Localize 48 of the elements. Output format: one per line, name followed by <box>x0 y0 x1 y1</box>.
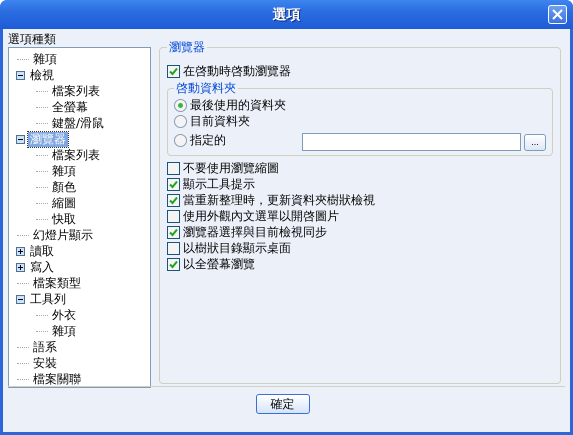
tree-item[interactable]: 快取 <box>50 212 78 226</box>
tree-item[interactable]: 幻燈片顯示 <box>31 228 95 242</box>
tree-item[interactable]: 全螢幕 <box>50 100 90 114</box>
expand-icon[interactable] <box>16 246 25 256</box>
tree-item[interactable]: 顏色 <box>50 180 78 194</box>
checkbox[interactable]: 當重新整理時，更新資料夾樹狀檢視 <box>167 192 375 208</box>
tree-item[interactable]: 外衣 <box>50 308 78 322</box>
tree-item[interactable]: 工具列 <box>28 292 68 306</box>
checkbox[interactable]: 顯示工具提示 <box>167 176 255 192</box>
radio-button[interactable]: 指定的 <box>174 132 294 148</box>
tree-item[interactable]: 讀取 <box>28 244 56 258</box>
tree-item[interactable]: 縮圖 <box>50 196 78 210</box>
radio-button[interactable]: 目前資料夾 <box>174 112 294 130</box>
collapse-icon[interactable] <box>16 134 25 144</box>
tree-item[interactable]: 雜項 <box>50 164 78 178</box>
tree-item[interactable]: 雜項 <box>31 52 59 66</box>
tree-item[interactable]: 檢視 <box>28 68 56 82</box>
checkmark-icon <box>169 66 178 76</box>
checkbox[interactable]: 以樹狀目錄顯示桌面 <box>167 240 291 256</box>
checkbox[interactable]: 使用外觀內文選單以開啓圖片 <box>167 208 339 224</box>
checkmark-icon <box>169 228 178 236</box>
group-title: 啓動資料夾 <box>175 81 237 95</box>
window-title: 選項 <box>272 6 300 24</box>
browse-button[interactable]: ... <box>524 134 546 150</box>
tree-item[interactable]: 寫入 <box>28 260 56 274</box>
tree-item[interactable]: 檔案類型 <box>31 276 83 290</box>
radio-button[interactable]: 最後使用的資料夾 <box>174 96 294 114</box>
close-icon <box>551 8 564 21</box>
tree-item[interactable]: 檔案關聯 <box>31 372 83 386</box>
tree-item[interactable]: 鍵盤/滑鼠 <box>50 116 106 130</box>
category-label: 選項種類 <box>8 32 57 46</box>
tree-item[interactable]: 語系 <box>31 340 59 354</box>
checkbox[interactable]: 不要使用瀏覽縮圖 <box>167 160 279 176</box>
tree-item[interactable]: 安裝 <box>31 356 59 370</box>
tree-item[interactable]: 檔案列表 <box>50 84 102 98</box>
checkbox[interactable]: 瀏覽器選擇與目前檢視同步 <box>167 224 327 240</box>
group-title: 瀏覽器 <box>168 40 206 54</box>
checkbox[interactable]: 在啓動時啓動瀏覽器 <box>167 63 291 79</box>
collapse-icon[interactable] <box>16 294 25 304</box>
tree-item[interactable]: 雜項 <box>50 324 78 338</box>
checkmark-icon <box>169 260 178 268</box>
checkbox[interactable]: 以全螢幕瀏覽 <box>167 256 255 272</box>
path-field[interactable] <box>302 133 521 151</box>
collapse-icon[interactable] <box>16 70 25 80</box>
ok-button[interactable]: 確定 <box>256 394 310 414</box>
tree-item[interactable]: 檔案列表 <box>50 148 102 162</box>
expand-icon[interactable] <box>16 262 25 272</box>
close-button[interactable] <box>548 5 567 24</box>
